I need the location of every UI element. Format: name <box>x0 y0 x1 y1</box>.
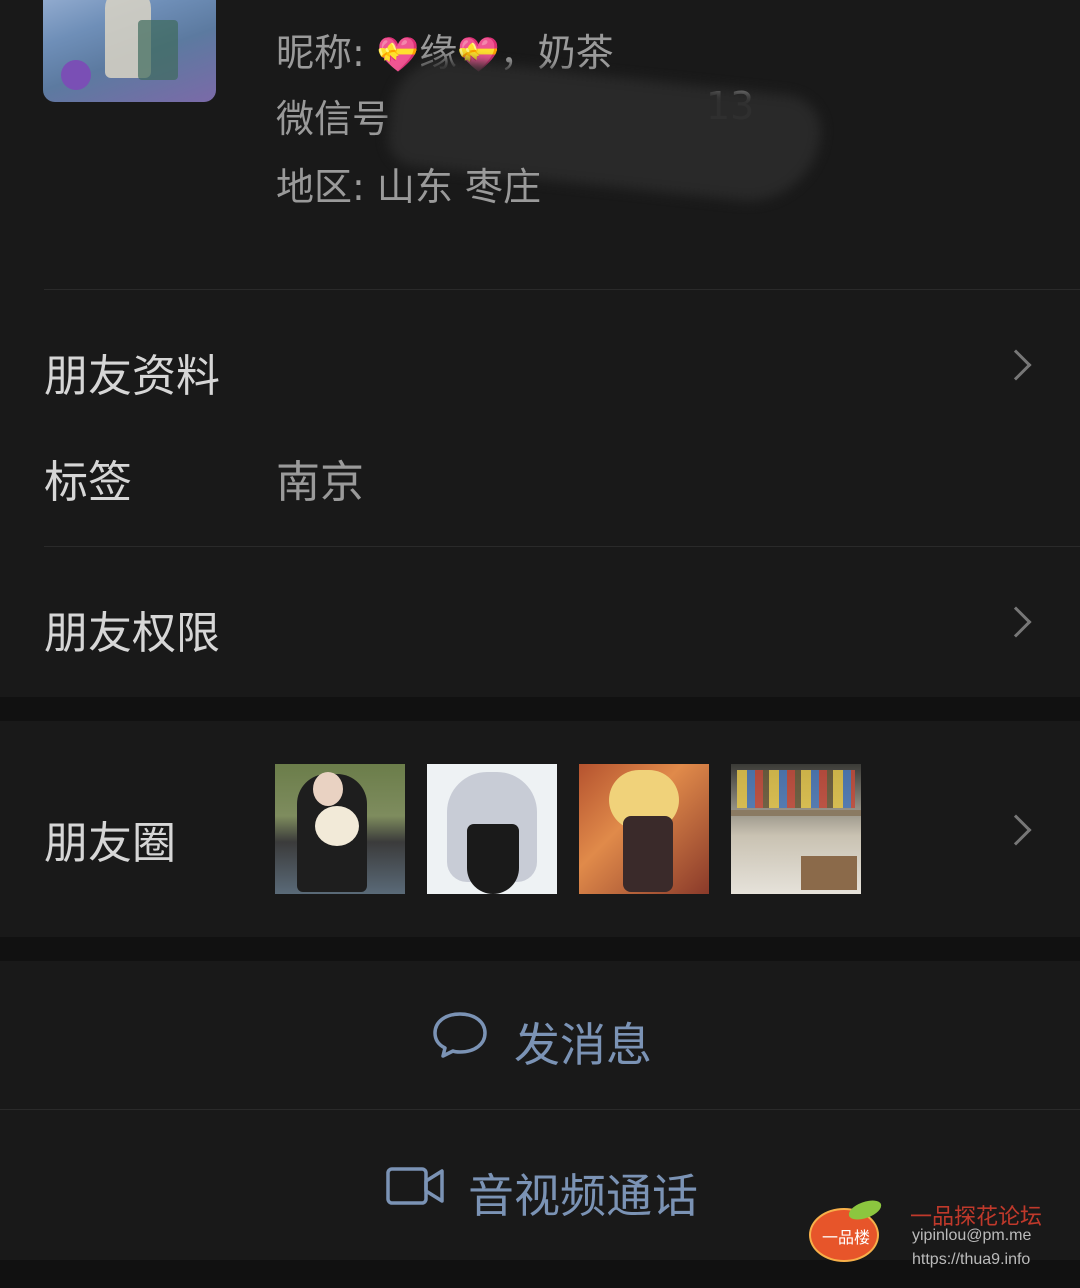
tag-row[interactable]: 标签 南京 <box>0 420 1080 546</box>
chevron-right-icon <box>1000 349 1032 381</box>
section-gap <box>0 937 1080 961</box>
region-line: 地区: 山东 枣庄 <box>276 156 541 211</box>
watermark-url: https://thua9.info <box>912 1251 1031 1268</box>
profile-header: 昵称: 💝缘💝，奶茶 微信号 13 地区: 山东 枣庄 <box>0 0 1080 290</box>
tag-value: 南京 <box>276 457 364 508</box>
thumbnail-box <box>801 856 857 890</box>
section-gap <box>0 697 1080 721</box>
moments-thumbnail-anime-girl[interactable] <box>427 764 557 894</box>
friend-permissions-row[interactable]: 朋友权限 <box>0 547 1080 697</box>
friend-info-label: 朋友资料 <box>44 351 220 402</box>
wechat-id-label: 微信号 <box>276 97 391 141</box>
moments-thumbnail-figures-shelf[interactable] <box>731 764 861 894</box>
moments-thumbnail-photo[interactable] <box>275 764 405 894</box>
video-call-label: 音视频通话 <box>468 1169 698 1223</box>
region-value: 山东 枣庄 <box>376 165 541 209</box>
send-message-button[interactable]: 发消息 <box>0 961 1080 1109</box>
friend-info-row[interactable]: 朋友资料 <box>0 290 1080 440</box>
contact-profile-page: 昵称: 💝缘💝，奶茶 微信号 13 地区: 山东 枣庄 朋友资料 标签 南京 朋… <box>0 0 1080 1288</box>
thumbnail-face <box>313 772 343 806</box>
nickname-label: 昵称: <box>276 31 365 75</box>
avatar-chair <box>138 20 178 80</box>
thumbnail-dog <box>315 806 359 846</box>
chevron-right-icon <box>1000 606 1032 638</box>
send-message-label: 发消息 <box>514 1018 652 1072</box>
friend-permissions-label: 朋友权限 <box>44 608 220 659</box>
thumbnail-dress <box>467 824 519 894</box>
thumbnail-shelf <box>731 810 861 816</box>
video-camera-icon <box>386 1167 444 1205</box>
moments-thumbnail-anime-autumn[interactable] <box>579 764 709 894</box>
thumbnail-toys <box>737 770 855 808</box>
thumbnail-body <box>623 816 673 892</box>
chevron-right-icon <box>1000 814 1032 846</box>
avatar-flower <box>61 60 91 90</box>
avatar[interactable] <box>43 0 216 102</box>
wechat-id-line: 微信号 13 <box>276 84 754 143</box>
watermark-email: yipinlou@pm.me <box>912 1227 1032 1244</box>
chat-bubble-icon <box>433 1012 487 1058</box>
watermark-logo-text: 一品楼 <box>821 1228 870 1247</box>
region-label: 地区: <box>276 165 365 209</box>
moments-label: 朋友圈 <box>44 818 176 869</box>
tag-label: 标签 <box>44 457 132 508</box>
